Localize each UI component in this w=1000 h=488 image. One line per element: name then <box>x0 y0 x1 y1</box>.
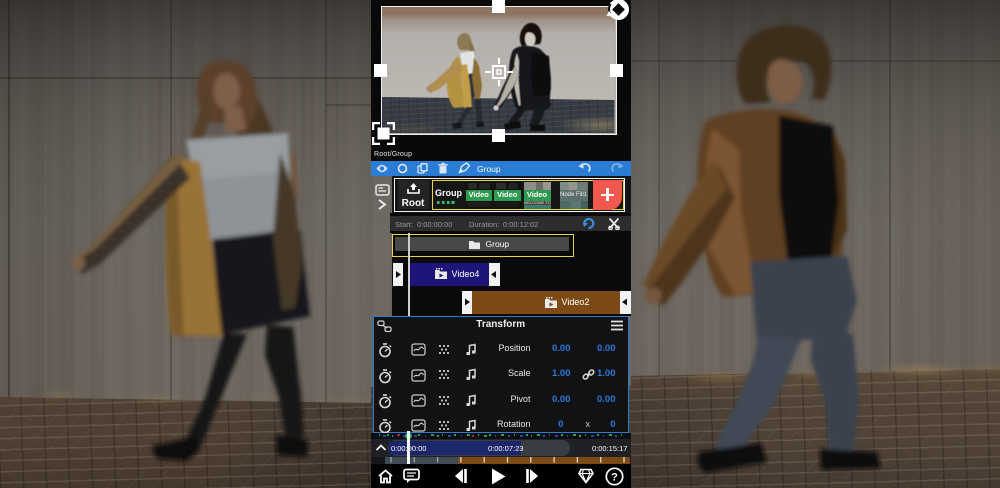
svg-text:?: ? <box>611 471 618 483</box>
